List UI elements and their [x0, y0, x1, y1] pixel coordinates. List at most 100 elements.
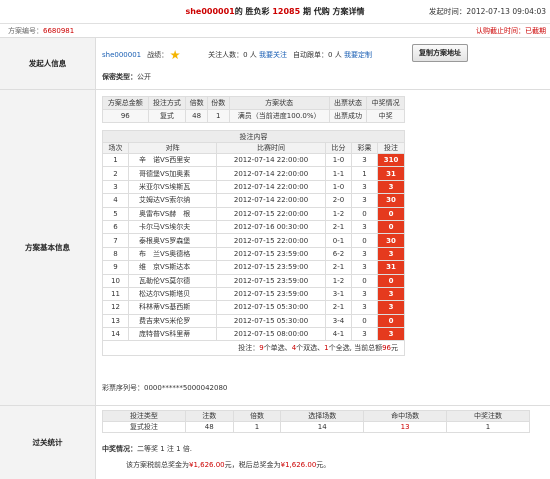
match-header: 投注 [377, 142, 405, 154]
auto-follow: 自动跟单：0 人 我要定制 [293, 51, 372, 59]
match-time: 2012-07-15 23:59:00 [216, 246, 326, 262]
match-no: 12 [101, 300, 130, 315]
copy-plan-url-button[interactable]: 复制方案地址 [412, 44, 468, 62]
match-bet: 3 [377, 179, 405, 195]
match-teams: 科林蒂VS基西斯 [128, 300, 218, 315]
match-no: 7 [101, 233, 130, 248]
match-no: 1 [101, 152, 130, 168]
summary-cell: 48 [185, 109, 208, 123]
match-bet: 0 [377, 219, 405, 235]
settle-header: 注数 [184, 410, 234, 422]
match-bet: 3 [377, 246, 405, 262]
table-row: 8布 兰VS奥德格 2012-07-15 23:59:00 6-2 3 3 [101, 246, 405, 262]
basic-info-section: 方案基本信息 方案总金额 投注方式 倍数 份数 方案状态 出票状态 中奖情况 9… [0, 90, 550, 406]
match-score: 2-1 [324, 300, 353, 315]
match-no: 5 [101, 206, 130, 221]
followers: 关注人数：0 人 我要关注 [208, 51, 288, 59]
settle-cell: 1 [232, 421, 282, 433]
match-time: 2012-07-15 22:00:00 [216, 233, 326, 248]
star-icon [170, 50, 180, 60]
settlement-table: 投注类型 注数 倍数 选择场数 命中场数 中奖注数 复式投注 48 1 14 1… [102, 410, 530, 433]
customize-link[interactable]: 我要定制 [344, 51, 372, 59]
match-header: 比赛时间 [216, 142, 326, 154]
match-teams: 卡尔马VS埃尔夫 [128, 219, 218, 235]
summary-header: 倍数 [185, 96, 208, 110]
match-score: 2-1 [324, 260, 353, 275]
match-no: 3 [101, 179, 130, 195]
summary-cell: 96 [102, 109, 149, 123]
follow-link[interactable]: 我要关注 [259, 51, 287, 59]
match-time: 2012-07-16 00:30:00 [216, 219, 326, 235]
bet-summary-row: 投注：9个单选、4个双选、1个全选, 当前总额96元 [102, 340, 405, 357]
match-teams: 费吉来VS米伦罗 [128, 313, 218, 329]
settle-header: 倍数 [232, 410, 282, 422]
match-no: 6 [101, 219, 130, 235]
match-teams: 哥德堡VS加奥素 [128, 166, 218, 181]
summary-header: 投注方式 [147, 96, 187, 110]
initiator-section: 发起人信息 she000001 战绩： 关注人数：0 人 我要关注 自动跟单：0… [0, 38, 550, 90]
match-time: 2012-07-15 05:30:00 [216, 300, 326, 315]
match-header: 场次 [101, 142, 130, 154]
table-row: 11 松达尔VS斯塔贝 2012-07-15 23:59:00 3-1 3 3 [101, 286, 405, 302]
match-teams: 泰根奥VS罗森堡 [128, 233, 218, 248]
match-score: 1-0 [324, 179, 353, 195]
bet-content-table: 投注内容 场次 对阵 比赛时间 比分 彩果 投注 1辛 诺VS西里安 2012-0… [101, 130, 405, 357]
match-no: 14 [101, 327, 130, 342]
match-time: 2012-07-15 23:59:00 [216, 286, 326, 302]
page-header: she000001的 胜负彩 12085 期 代购 方案详情 发起时间：2012… [0, 0, 550, 24]
match-rows: 1辛 诺VS西里安 2012-07-14 22:00:00 1-0 3 310 2 哥德堡V… [101, 152, 405, 342]
match-result: 0 [350, 233, 379, 248]
match-result: 0 [350, 206, 379, 221]
table-row: 96 复式 48 1 满员（当前进度100.0%） 出票成功 中奖 [102, 109, 405, 123]
match-header: 对阵 [128, 142, 218, 154]
header-user[interactable]: she000001 [185, 7, 234, 16]
record: 战绩： [147, 50, 180, 60]
settle-header: 中奖注数 [446, 410, 530, 422]
match-result: 1 [350, 166, 379, 181]
summary-cell: 复式 [147, 109, 187, 123]
table-row: 1辛 诺VS西里安 2012-07-14 22:00:00 1-0 3 310 [101, 152, 405, 168]
match-result: 3 [350, 179, 379, 195]
match-time: 2012-07-14 22:00:00 [216, 166, 326, 181]
match-result: 3 [350, 193, 379, 208]
header-issue: 12085 [272, 7, 301, 16]
match-bet: 31 [377, 166, 405, 181]
summary-cell: 满员（当前进度100.0%） [228, 109, 330, 123]
match-no: 10 [101, 273, 130, 288]
match-bet: 310 [377, 152, 405, 168]
match-score: 2-1 [324, 219, 353, 235]
match-teams: 米亚尔VS埃斯瓦 [128, 179, 218, 195]
initiator-user-link[interactable]: she000001 [102, 51, 141, 59]
match-teams: 瓦勒伦VS莫尔德 [128, 273, 218, 288]
match-teams: 奥雷布VS赫 根 [128, 206, 218, 221]
match-score: 1-2 [324, 206, 353, 221]
table-row: 7 泰根奥VS罗森堡 2012-07-15 22:00:00 0-1 0 30 [101, 233, 405, 248]
match-score: 1-1 [324, 166, 353, 181]
match-result: 3 [350, 246, 379, 262]
match-no: 13 [101, 313, 130, 329]
match-bet: 31 [377, 260, 405, 275]
match-time: 2012-07-14 22:00:00 [216, 152, 326, 168]
match-result: 3 [350, 219, 379, 235]
match-time: 2012-07-14 22:00:00 [216, 193, 326, 208]
match-bet: 0 [377, 206, 405, 221]
table-row: 4 艾姆达VS索尔纳 2012-07-14 22:00:00 2-0 3 30 [101, 193, 405, 208]
match-no: 11 [101, 286, 130, 302]
subheader: 方案编号：6680981 认购截止时间：已截期 [0, 24, 550, 38]
settle-cell: 复式投注 [102, 421, 186, 433]
match-teams: 庞特普VS科里蒂 [128, 327, 218, 342]
match-header: 比分 [324, 142, 353, 154]
match-score: 4-1 [324, 327, 353, 342]
deadline-status: 认购截止时间：已截期 [476, 27, 546, 35]
match-score: 6-2 [324, 246, 353, 262]
plan-number: 方案编号：6680981 [8, 27, 75, 35]
table-row: 5 奥雷布VS赫 根 2012-07-15 22:00:00 1-2 0 0 [101, 206, 405, 221]
plan-detail-page: she000001的 胜负彩 12085 期 代购 方案详情 发起时间：2012… [0, 0, 550, 479]
table-row: 2 哥德堡VS加奥素 2012-07-14 22:00:00 1-1 1 31 [101, 166, 405, 181]
table-row: 12 科林蒂VS基西斯 2012-07-15 05:30:00 2-1 3 3 [101, 300, 405, 315]
table-row: 10 瓦勒伦VS莫尔德 2012-07-15 23:59:00 1-2 0 0 [101, 273, 405, 288]
settlement-section: 过关统计 投注类型 注数 倍数 选择场数 命中场数 中奖注数 复式投注 48 1… [0, 406, 550, 479]
settlement-section-label: 过关统计 [0, 406, 96, 479]
match-result: 0 [350, 273, 379, 288]
match-teams: 艾姆达VS索尔纳 [128, 193, 218, 208]
